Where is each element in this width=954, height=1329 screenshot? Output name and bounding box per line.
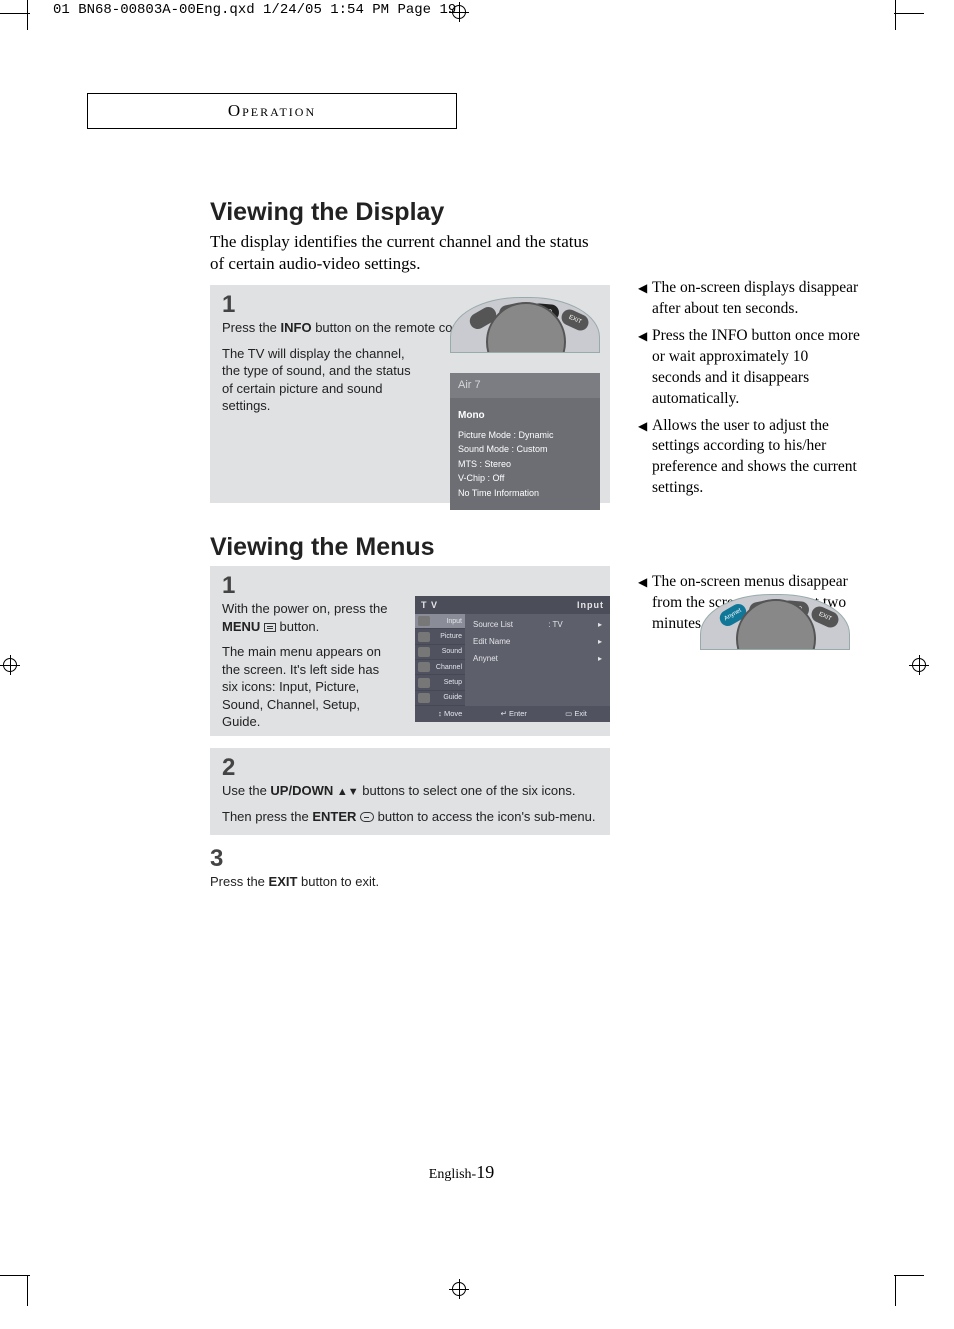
tv-menu-foot-item: ↵ Enter bbox=[501, 709, 527, 719]
step-1-block: 1 With the power on, press the MENU butt… bbox=[210, 566, 610, 736]
osd-line: No Time Information bbox=[458, 486, 592, 500]
margin-note: The on-screen displays disappear after a… bbox=[640, 278, 860, 320]
chevron-right-icon bbox=[598, 637, 602, 648]
tv-menu-figure: T V Input Input Picture Sound Channel Se… bbox=[415, 596, 610, 722]
registration-mark bbox=[909, 655, 929, 675]
tv-menu-foot-item: ▭ Exit bbox=[565, 709, 587, 719]
tv-menu-side-item: Channel bbox=[415, 660, 465, 675]
osd-line: Picture Mode : Dynamic bbox=[458, 428, 592, 442]
sidebar-icon bbox=[418, 632, 430, 642]
step-number: 3 bbox=[210, 847, 598, 871]
menu-icon bbox=[264, 623, 276, 632]
osd-body: Mono Picture Mode : Dynamic Sound Mode :… bbox=[450, 398, 600, 510]
up-down-arrows-icon: ▲▼ bbox=[337, 787, 359, 798]
footer-page-number: 19 bbox=[476, 1162, 494, 1182]
osd-line: Sound Mode : Custom bbox=[458, 442, 592, 456]
crop-mark bbox=[0, 13, 30, 14]
step-text: Then press the ENTER button to access th… bbox=[222, 808, 598, 826]
tv-menu-main: Source List: TV Edit Name Anynet bbox=[465, 614, 610, 706]
step-3-block: 3 Press the EXIT button to exit. bbox=[210, 847, 610, 901]
step-text: The TV will display the channel, the typ… bbox=[222, 345, 412, 415]
section-title: Viewing the Menus bbox=[210, 533, 890, 562]
step-text: The main menu appears on the screen. It'… bbox=[222, 643, 392, 731]
section-title: Viewing the Display bbox=[210, 198, 850, 227]
osd-audio-label: Mono bbox=[458, 408, 592, 424]
remote-control-figure: MENU INFO EXIT bbox=[450, 297, 600, 353]
crop-mark bbox=[894, 1275, 924, 1276]
crop-mark bbox=[894, 13, 924, 14]
remote-control-figure: Anynet MENU INFO EXIT bbox=[700, 594, 850, 650]
chevron-right-icon bbox=[598, 620, 602, 631]
sidebar-icon bbox=[418, 616, 430, 626]
tv-menu-titlebar: T V Input bbox=[415, 596, 610, 614]
chevron-right-icon bbox=[598, 654, 602, 665]
step-number: 1 bbox=[222, 574, 598, 598]
page-footer: English-19 bbox=[30, 1162, 893, 1183]
tv-menu-side-item: Sound bbox=[415, 645, 465, 660]
step-number: 2 bbox=[222, 756, 598, 780]
crop-mark bbox=[895, 1276, 896, 1306]
margin-notes: The on-screen displays disappear after a… bbox=[640, 278, 860, 505]
osd-line: MTS : Stereo bbox=[458, 457, 592, 471]
sidebar-icon bbox=[418, 662, 430, 672]
chapter-tab-label: Operation bbox=[228, 101, 316, 121]
chapter-tab: Operation bbox=[87, 93, 457, 129]
margin-note: Press the INFO button once more or wait … bbox=[640, 326, 860, 410]
tv-menu-side-item: Guide bbox=[415, 691, 465, 706]
registration-mark bbox=[449, 1279, 469, 1299]
sidebar-icon bbox=[418, 678, 430, 688]
tv-menu-row: Source List: TV bbox=[473, 620, 602, 631]
osd-info-panel: Air 7 Mono Picture Mode : Dynamic Sound … bbox=[450, 373, 600, 510]
margin-notes: The on-screen menus disappear from the s… bbox=[640, 572, 860, 641]
margin-note: Allows the user to adjust the settings a… bbox=[640, 416, 860, 500]
sidebar-icon bbox=[418, 693, 430, 703]
crop-mark bbox=[0, 1275, 30, 1276]
footer-language: English- bbox=[429, 1167, 476, 1182]
step-text: Use the UP/DOWN ▲▼ buttons to select one… bbox=[222, 782, 598, 800]
crop-mark bbox=[895, 0, 896, 30]
tv-menu-sidebar: Input Picture Sound Channel Setup Guide bbox=[415, 614, 465, 706]
registration-mark bbox=[0, 655, 20, 675]
tv-menu-row: Edit Name bbox=[473, 637, 602, 648]
step-text: With the power on, press the MENU button… bbox=[222, 600, 392, 635]
tv-menu-title-right: Input bbox=[577, 599, 604, 611]
tv-menu-side-item: Picture bbox=[415, 629, 465, 644]
enter-icon bbox=[360, 812, 374, 822]
step-1-block: 1 Press the INFO button on the remote co… bbox=[210, 285, 610, 503]
osd-channel-label: Air 7 bbox=[450, 373, 600, 398]
step-text: Press the EXIT button to exit. bbox=[210, 873, 598, 891]
osd-line: V-Chip : Off bbox=[458, 471, 592, 485]
tv-menu-foot-item: ↕ Move bbox=[438, 709, 462, 719]
tv-menu-side-item: Input bbox=[415, 614, 465, 629]
tv-menu-title-left: T V bbox=[421, 599, 438, 611]
tv-menu-side-item: Setup bbox=[415, 675, 465, 690]
crop-mark bbox=[27, 0, 28, 30]
crop-mark bbox=[27, 1276, 28, 1306]
step-2-block: 2 Use the UP/DOWN ▲▼ buttons to select o… bbox=[210, 748, 610, 835]
sidebar-icon bbox=[418, 647, 430, 657]
section-intro: The display identifies the current chann… bbox=[210, 231, 590, 275]
page-frame: Operation Viewing the Display The displa… bbox=[30, 15, 893, 1273]
tv-menu-footer: ↕ Move ↵ Enter ▭ Exit bbox=[415, 706, 610, 722]
tv-menu-row: Anynet bbox=[473, 654, 602, 665]
